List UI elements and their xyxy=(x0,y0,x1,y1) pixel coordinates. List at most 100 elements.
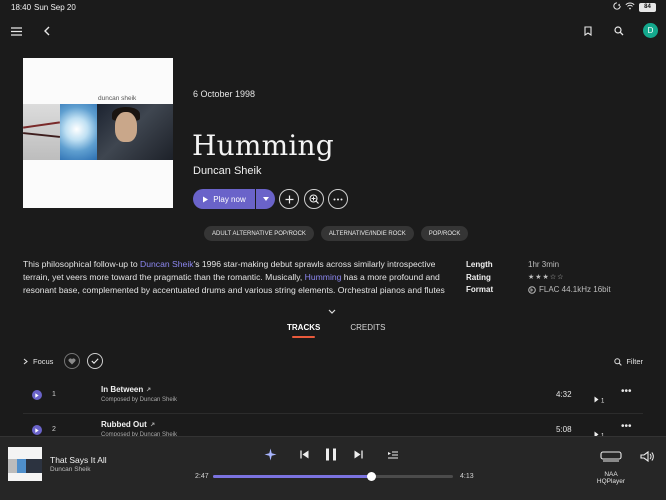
track-duration: 5:08 xyxy=(556,425,572,434)
tab-credits[interactable]: CREDITS xyxy=(350,323,385,339)
track-play-icon[interactable] xyxy=(32,390,42,400)
plus-icon xyxy=(285,195,293,203)
focus-toggle[interactable]: Focus xyxy=(23,357,53,366)
track-title: Rubbed Out xyxy=(101,420,147,429)
top-navigation: D xyxy=(0,20,666,44)
rating-stars: ★★★☆☆ xyxy=(528,273,565,281)
caret-down-icon xyxy=(262,197,269,201)
genre-tag[interactable]: POP/ROCK xyxy=(420,226,469,241)
purchased-check-button[interactable] xyxy=(87,353,103,369)
meta-rating: Rating ★★★☆☆ xyxy=(466,272,611,285)
track-title: In Between xyxy=(101,385,144,394)
play-options-dropdown[interactable] xyxy=(256,189,275,209)
album-inline-link[interactable]: Humming xyxy=(305,272,342,282)
filter-button[interactable]: Filter xyxy=(614,357,643,366)
sparkle-icon[interactable] xyxy=(264,448,277,461)
menu-icon[interactable] xyxy=(6,21,26,41)
bookmark-icon[interactable] xyxy=(578,21,598,41)
now-playing-bar: That Says It All Duncan Sheik 2:47 4:13 … xyxy=(0,436,666,500)
heart-icon xyxy=(68,357,76,364)
progress-fill xyxy=(213,475,372,478)
now-playing-artist[interactable]: Duncan Sheik xyxy=(50,466,90,473)
filter-label: Filter xyxy=(626,357,643,366)
back-icon[interactable] xyxy=(36,21,56,41)
album-artist-link[interactable]: Duncan Sheik xyxy=(193,165,262,177)
track-more-icon[interactable]: ••• xyxy=(621,421,632,432)
output-device-button[interactable]: NAA HQPlayer xyxy=(596,449,626,485)
content-tabs: TRACKS CREDITS xyxy=(287,323,385,339)
artist-inline-link[interactable]: Duncan Sheik xyxy=(140,259,194,269)
length-value: 1hr 3min xyxy=(528,260,560,270)
more-options-button[interactable] xyxy=(328,189,348,209)
add-to-queue-icon[interactable]: 1 xyxy=(594,390,606,408)
pause-icon[interactable] xyxy=(325,448,337,461)
format-value-group: FLAC 44.1kHz 16bit xyxy=(528,284,611,296)
meta-format: Format FLAC 44.1kHz 16bit xyxy=(466,284,611,297)
search-icon xyxy=(614,357,623,366)
tab-label: TRACKS xyxy=(287,323,321,332)
now-playing-title[interactable]: That Says It All xyxy=(50,455,107,465)
next-track-icon[interactable] xyxy=(354,450,363,459)
check-icon xyxy=(91,358,99,364)
tab-tracks[interactable]: TRACKS xyxy=(287,323,320,339)
status-time: 18:40 xyxy=(11,3,32,12)
genre-tag[interactable]: ADULT ALTERNATIVE POP/ROCK xyxy=(204,226,314,241)
play-now-button[interactable]: Play now xyxy=(193,189,255,209)
album-meta: Length 1hr 3min Rating ★★★☆☆ Format FLAC… xyxy=(466,259,611,297)
cover-panel-wires xyxy=(23,104,61,160)
volume-icon[interactable] xyxy=(640,451,654,462)
ellipsis-icon xyxy=(333,198,343,200)
add-to-library-button[interactable] xyxy=(279,189,299,209)
favorite-button[interactable] xyxy=(64,353,80,369)
rating-label: Rating xyxy=(466,272,491,282)
external-link-icon xyxy=(146,387,151,392)
quality-icon xyxy=(528,286,536,295)
release-date: 6 October 1998 xyxy=(193,89,256,99)
format-label: Format xyxy=(466,285,494,295)
format-value: FLAC 44.1kHz 16bit xyxy=(539,285,611,295)
active-tab-underline xyxy=(292,336,316,338)
cover-photo-strip xyxy=(23,104,173,160)
track-row[interactable]: 1 In Between Composed by Duncan Sheik 4:… xyxy=(23,380,643,414)
track-number: 1 xyxy=(52,391,56,398)
chevron-right-icon xyxy=(23,358,28,365)
genre-tags: ADULT ALTERNATIVE POP/ROCK ALTERNATIVE/I… xyxy=(204,226,469,241)
genre-tag[interactable]: ALTERNATIVE/INDIE ROCK xyxy=(320,226,414,241)
orientation-lock-icon xyxy=(613,2,621,12)
cover-artist-text: duncan sheik xyxy=(98,95,137,102)
user-avatar[interactable]: D xyxy=(643,23,658,38)
queue-icon[interactable] xyxy=(388,451,398,459)
search-icon[interactable] xyxy=(609,21,629,41)
cover-panel-sky xyxy=(60,104,97,160)
cover-panel-portrait xyxy=(97,104,173,160)
status-date: Sun Sep 20 xyxy=(34,3,76,12)
elapsed-time: 2:47 xyxy=(195,473,209,480)
track-more-icon[interactable]: ••• xyxy=(621,386,632,397)
device-player: HQPlayer xyxy=(596,478,626,485)
description-text: This philosophical follow-up to xyxy=(23,259,141,269)
total-time: 4:13 xyxy=(460,473,474,480)
album-cover[interactable]: duncan sheik xyxy=(23,58,173,208)
playlist-add-icon xyxy=(309,194,319,204)
track-title-group: In Between xyxy=(101,385,151,394)
track-title-group: Rubbed Out xyxy=(101,420,155,429)
track-number: 2 xyxy=(52,426,56,433)
tab-label: CREDITS xyxy=(350,323,386,332)
battery-icon: 84 xyxy=(639,2,656,12)
progress-handle[interactable] xyxy=(366,472,376,481)
expand-description-icon[interactable] xyxy=(328,301,336,319)
device-name: NAA xyxy=(604,471,618,478)
svg-text:1: 1 xyxy=(601,398,605,403)
album-title: Humming xyxy=(192,129,334,162)
previous-track-icon[interactable] xyxy=(300,450,309,459)
wifi-icon xyxy=(625,2,635,12)
now-playing-cover[interactable] xyxy=(8,447,42,481)
status-icons: 84 xyxy=(613,2,656,12)
length-label: Length xyxy=(466,260,493,270)
progress-slider[interactable] xyxy=(213,472,453,481)
track-toolbar: Focus Filter xyxy=(23,353,643,371)
meta-length: Length 1hr 3min xyxy=(466,259,611,272)
add-to-playlist-button[interactable] xyxy=(304,189,324,209)
status-bar: 18:40 Sun Sep 20 84 xyxy=(0,0,666,14)
track-play-icon[interactable] xyxy=(32,425,42,435)
